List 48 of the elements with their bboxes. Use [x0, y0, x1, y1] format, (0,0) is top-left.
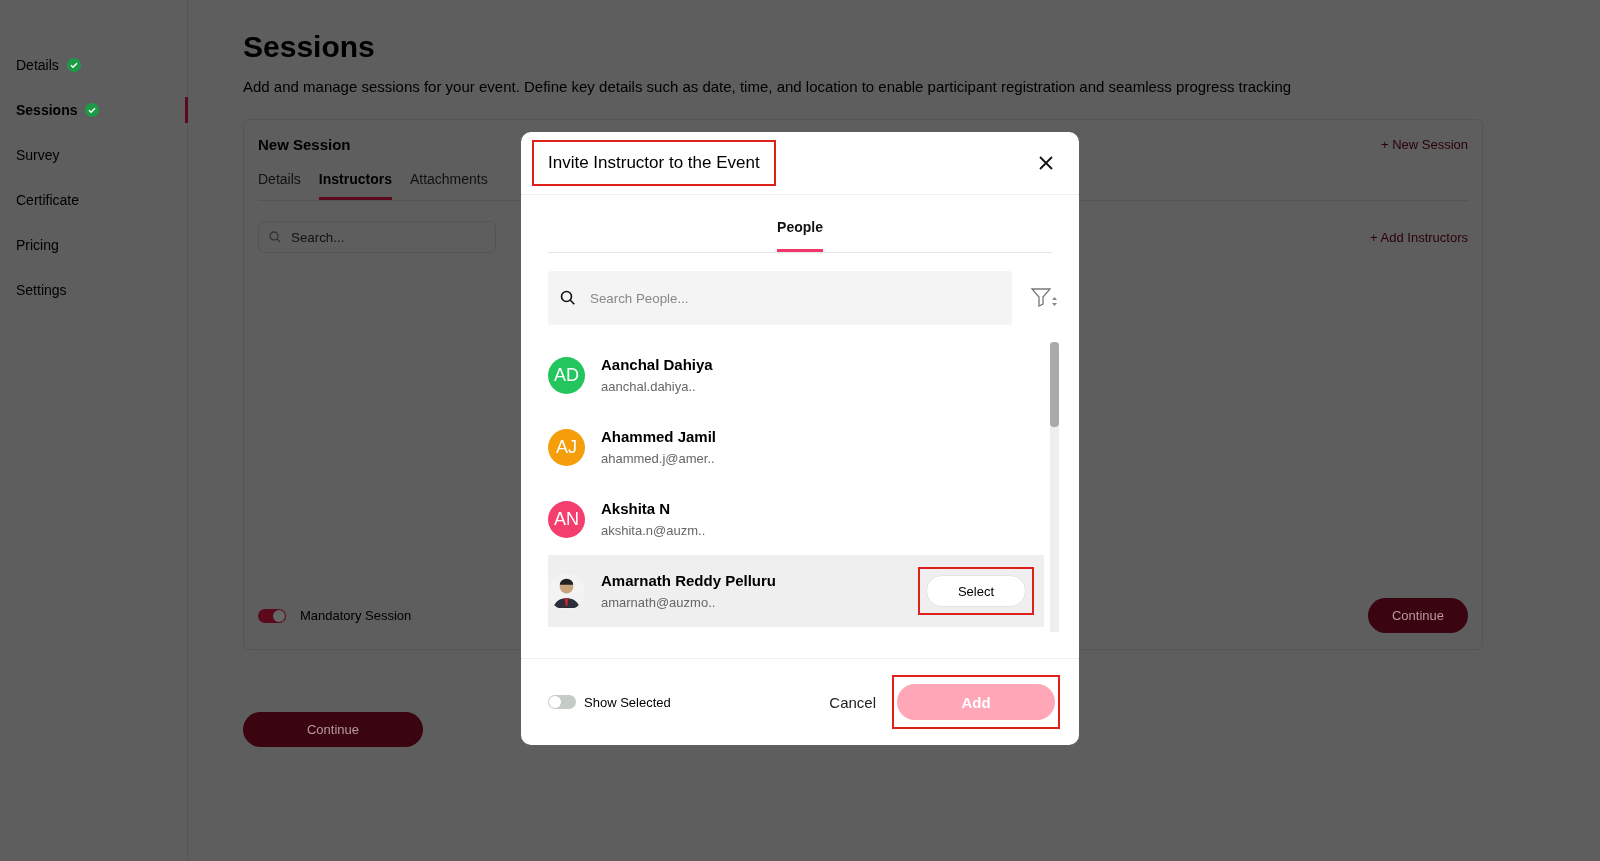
person-email: amarnath@auzmo..	[601, 595, 717, 610]
person-name: Akshita N	[601, 500, 672, 517]
select-button[interactable]: Select	[926, 575, 1026, 607]
new-session-link[interactable]: + New Session	[1380, 137, 1468, 152]
sidebar-item[interactable]: Certificate	[0, 177, 187, 222]
person-email: akshita.n@auzm..	[601, 523, 707, 538]
sidebar-item[interactable]: Sessions	[0, 87, 187, 132]
avatar: AD	[548, 356, 585, 394]
search-field[interactable]: Search People...	[548, 271, 1012, 325]
search-input[interactable]: Search...	[289, 228, 485, 246]
card-title: New Session	[258, 136, 351, 153]
person-name: Ahammed Jamil	[601, 428, 718, 445]
search-field[interactable]: Search...	[258, 221, 496, 253]
tab[interactable]: Instructors	[318, 165, 392, 200]
tab[interactable]: Details	[258, 165, 301, 200]
filter-icon[interactable]	[1030, 286, 1058, 310]
person-row[interactable]: AN Akshita N akshita.n@auzm..	[548, 483, 1044, 555]
tab[interactable]: People	[777, 219, 823, 252]
page-title: Sessions	[243, 30, 376, 64]
search-icon	[269, 231, 281, 243]
cancel-button[interactable]: Cancel	[823, 692, 882, 712]
tab[interactable]: Attachments	[409, 165, 488, 200]
person-name: Aanchal Dahiya	[601, 356, 714, 373]
person-row[interactable]: AJ Ahammed Jamil ahammed.j@amer..	[548, 411, 1044, 483]
dialog-title: Invite Instructor to the Event	[532, 140, 776, 186]
person-email: aanchal.dahiya..	[601, 379, 697, 394]
toggle-switch[interactable]	[548, 695, 576, 709]
toggle-label: Mandatory Session	[300, 608, 412, 623]
search-icon	[560, 290, 576, 306]
toggle-switch[interactable]	[258, 608, 286, 623]
search-input[interactable]: Search People...	[588, 289, 1000, 307]
person-row[interactable]: AD Aanchal Dahiya aanchal.dahiya..	[548, 339, 1044, 411]
avatar: AN	[548, 500, 585, 538]
page-description: Add and manage sessions for your event. Define key details such as date, time, and location to enable participant registration and seamless progress tracking	[243, 78, 1293, 95]
sidebar-item[interactable]: Settings	[0, 267, 187, 312]
toggle-label: Show Selected	[584, 694, 671, 710]
close-icon[interactable]	[1039, 156, 1053, 170]
scrollbar-thumb[interactable]	[1050, 342, 1059, 427]
avatar: AJ	[548, 428, 585, 466]
sidebar-item[interactable]: Survey	[0, 132, 187, 177]
person-name: Amarnath Reddy Pelluru	[601, 572, 778, 589]
person-row[interactable]: Amarnath Reddy Pelluru amarnath@auzmo.. Select	[548, 555, 1044, 627]
add-instructors-link[interactable]: + Add Instructors	[1370, 229, 1468, 245]
person-email: ahammed.j@amer..	[601, 451, 716, 466]
sidebar-item[interactable]: Details	[0, 42, 187, 87]
continue-button[interactable]: Continue	[243, 712, 423, 747]
sidebar-item[interactable]: Pricing	[0, 222, 187, 267]
continue-button[interactable]: Continue	[1368, 598, 1468, 633]
